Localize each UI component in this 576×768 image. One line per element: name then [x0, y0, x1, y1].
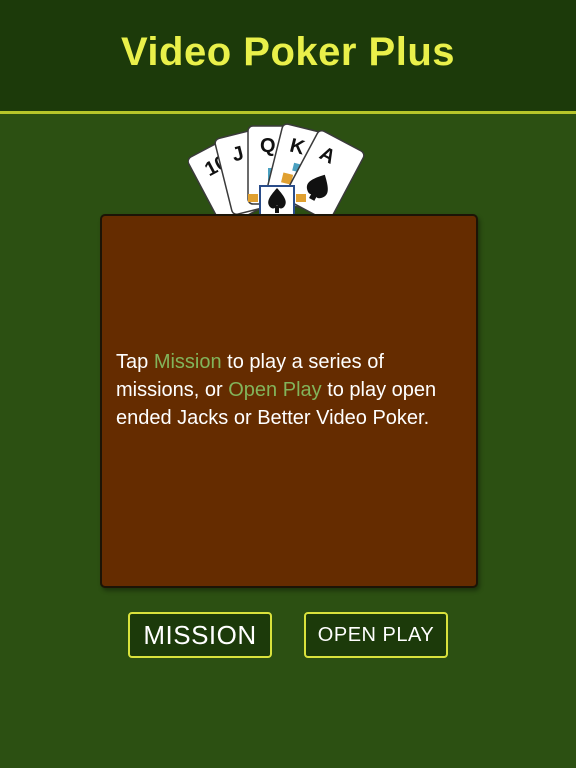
mission-button-label: MISSION: [143, 619, 257, 650]
header-bar: Video Poker Plus: [0, 0, 576, 114]
royal-flush-cards-icon: 10 J Q K A: [187, 104, 388, 228]
open-play-highlight: Open Play: [228, 379, 322, 401]
app-title: Video Poker Plus: [120, 30, 456, 74]
open-play-button-label: OPEN PLAY: [317, 623, 435, 646]
instructions-text-part: Tap: [116, 351, 154, 373]
mission-highlight: Mission: [153, 351, 222, 373]
instructions-panel: Tap Mission to play a series of missions…: [100, 214, 478, 588]
instructions-text: Tap Mission to play a series of missions…: [116, 348, 466, 432]
open-play-button[interactable]: OPEN PLAY: [304, 612, 448, 658]
card-rank: Q: [260, 135, 276, 157]
mission-button[interactable]: MISSION: [128, 612, 272, 658]
